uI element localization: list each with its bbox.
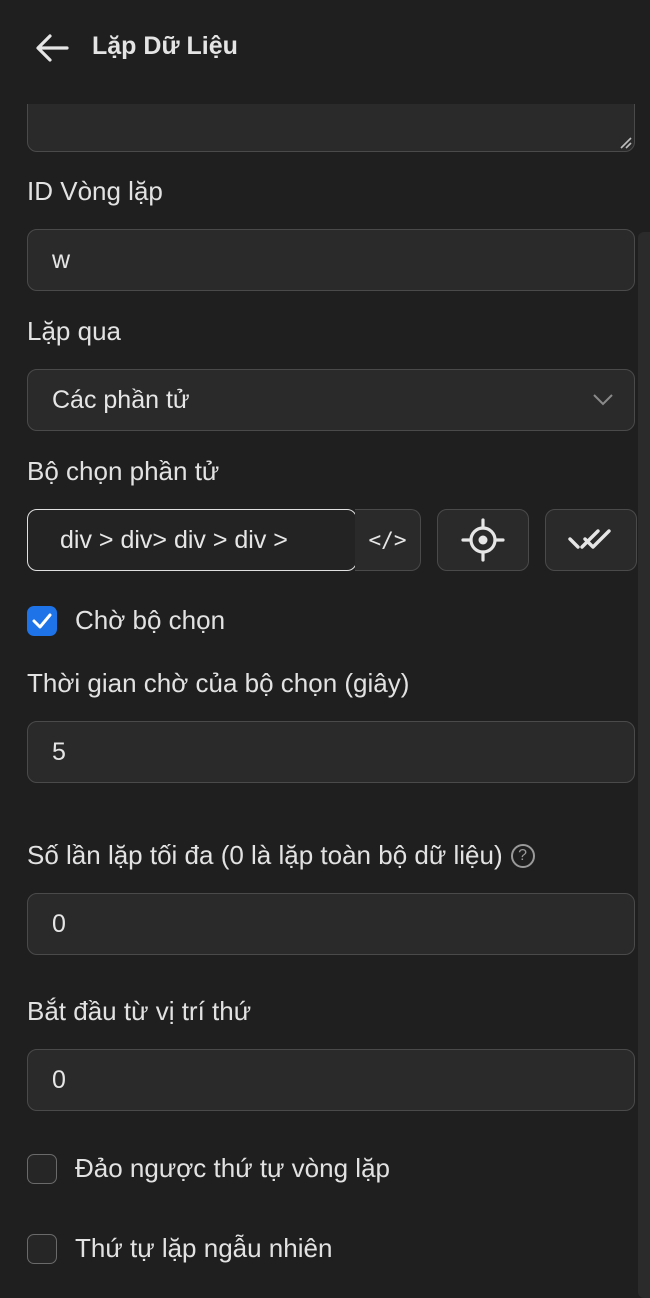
check-icon <box>32 613 52 628</box>
reverse-order-checkbox[interactable] <box>27 1153 57 1184</box>
page-title: Lặp Dữ Liệu <box>92 32 238 60</box>
wait-selector-label: Chờ bộ chọn <box>75 605 226 635</box>
resize-grip-icon[interactable] <box>618 135 632 149</box>
start-index-input[interactable]: 0 <box>27 1049 635 1111</box>
loop-id-input[interactable]: w <box>27 229 635 291</box>
arrow-left-icon <box>36 34 69 62</box>
element-selector-label: Bộ chọn phần tử <box>27 456 220 486</box>
scrollbar[interactable] <box>638 232 650 1298</box>
double-check-icon <box>568 529 611 549</box>
help-icon[interactable]: ? <box>510 843 535 868</box>
crosshair-icon <box>461 518 505 562</box>
select-element-button[interactable] <box>437 509 529 571</box>
loop-id-value: w <box>52 245 71 274</box>
element-selector-input[interactable]: div > div> div > div > <box>27 509 357 571</box>
loop-id-label: ID Vòng lặp <box>27 176 163 206</box>
max-iterations-value: 0 <box>52 909 66 938</box>
selector-timeout-value: 5 <box>52 737 66 766</box>
element-selector-value: div > div> div > div > <box>60 525 288 554</box>
random-order-row[interactable]: Thứ tự lặp ngẫu nhiên <box>27 1233 332 1264</box>
reverse-order-label: Đảo ngược thứ tự vòng lặp <box>75 1153 390 1183</box>
wait-selector-row[interactable]: Chờ bộ chọn <box>27 605 225 636</box>
selector-timeout-input[interactable]: 5 <box>27 721 635 783</box>
code-editor-button[interactable]: </> <box>355 509 421 571</box>
max-iterations-label-row: Số lần lặp tối đa (0 là lặp toàn bộ dữ l… <box>27 840 535 871</box>
back-button[interactable] <box>32 28 72 68</box>
random-order-label: Thứ tự lặp ngẫu nhiên <box>75 1233 333 1263</box>
wait-selector-checkbox[interactable] <box>27 605 57 636</box>
loop-over-select[interactable]: Các phần tử <box>27 369 635 431</box>
max-iterations-input[interactable]: 0 <box>27 893 635 955</box>
reverse-order-row[interactable]: Đảo ngược thứ tự vòng lặp <box>27 1153 390 1184</box>
selector-timeout-label: Thời gian chờ của bộ chọn (giây) <box>27 668 410 698</box>
header: Lặp Dữ Liệu <box>0 0 650 104</box>
chevron-down-icon <box>593 394 613 406</box>
code-icon: </> <box>368 528 407 552</box>
start-index-value: 0 <box>52 1065 66 1094</box>
verify-selector-button[interactable] <box>545 509 637 571</box>
loop-over-label: Lặp qua <box>27 316 121 346</box>
max-iterations-label: Số lần lặp tối đa (0 là lặp toàn bộ dữ l… <box>27 840 503 870</box>
random-order-checkbox[interactable] <box>27 1233 57 1264</box>
loop-over-value: Các phần tử <box>52 385 190 414</box>
start-index-label: Bắt đầu từ vị trí thứ <box>27 996 252 1026</box>
